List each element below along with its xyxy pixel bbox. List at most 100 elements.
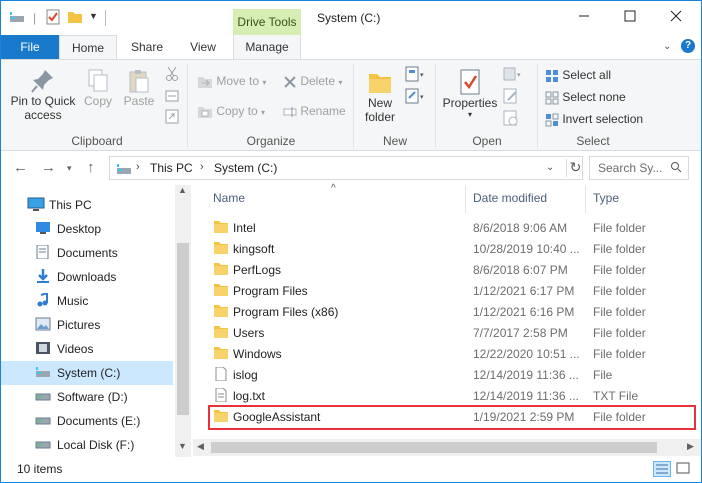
clipboard-group-label: Clipboard	[71, 134, 123, 148]
file-list-hscrollbar[interactable]: ◀ ▶	[193, 439, 701, 456]
up-arrow-icon[interactable]: ↑	[87, 159, 95, 176]
file-row[interactable]: Windows 12/22/2020 10:51 ... File folder	[207, 343, 693, 364]
maximize-button[interactable]	[607, 1, 653, 33]
select-none-button[interactable]: Select none	[545, 90, 626, 105]
file-row[interactable]: PerfLogs 8/6/2018 6:07 PM File folder	[207, 259, 693, 280]
properties-check-icon[interactable]	[45, 9, 61, 27]
file-row[interactable]: Intel 8/6/2018 9:06 AM File folder	[207, 217, 693, 238]
invert-selection-icon	[545, 113, 559, 127]
large-icons-view-icon[interactable]	[675, 461, 693, 477]
properties-button[interactable]: Properties ▾	[441, 68, 499, 119]
nav-item-downloads[interactable]: Downloads	[1, 265, 173, 289]
file-row[interactable]: log.txt 12/14/2019 11:36 ... TXT File	[207, 385, 693, 406]
easy-access-icon[interactable]: ▾	[405, 88, 427, 104]
minimize-button[interactable]	[561, 1, 607, 33]
folder-icon	[213, 325, 229, 342]
column-header-date[interactable]: Date modified	[473, 191, 547, 205]
copy-icon	[88, 69, 108, 92]
invert-selection-button[interactable]: Invert selection	[545, 112, 643, 127]
music-icon	[35, 291, 51, 310]
file-row[interactable]: Program Files 1/12/2021 6:17 PM File folde…	[207, 280, 693, 301]
scroll-up-icon[interactable]: ▲	[178, 185, 187, 195]
scroll-right-icon[interactable]: ▶	[687, 441, 694, 452]
file-row[interactable]: islog 12/14/2019 11:36 ... File	[207, 364, 693, 385]
open-icon[interactable]: ▾	[503, 66, 525, 82]
cut-icon[interactable]	[165, 66, 179, 82]
column-header-type[interactable]: Type	[593, 191, 619, 205]
rename-icon	[283, 106, 297, 117]
tab-share[interactable]: Share	[121, 35, 173, 59]
scroll-left-icon[interactable]: ◀	[197, 441, 204, 452]
file-row[interactable]: Program Files (x86) 1/12/2021 6:16 PM File…	[207, 301, 693, 322]
customize-quick-access-icon[interactable]: ▼	[89, 11, 98, 21]
nav-item-label: Music	[57, 294, 89, 308]
refresh-icon[interactable]: ↻	[566, 159, 584, 177]
item-count: 10 items	[17, 462, 63, 476]
scroll-down-icon[interactable]: ▼	[178, 441, 187, 451]
drive-icon[interactable]	[9, 9, 25, 27]
column-header-name[interactable]: Name	[213, 191, 245, 205]
nav-item-pictures[interactable]: Pictures	[1, 313, 173, 337]
address-bar[interactable]: › This PC › System (C:) ⌄ ↻	[109, 156, 583, 180]
nav-item-system-c[interactable]: System (C:)	[1, 361, 173, 385]
file-type: File folder	[593, 221, 646, 235]
pin-to-quick-access-button[interactable]: Pin to Quick access	[7, 68, 79, 122]
nav-item-label: Downloads	[57, 270, 117, 284]
forward-arrow-icon[interactable]: →	[41, 159, 56, 176]
paste-button[interactable]: Paste	[121, 68, 157, 108]
nav-item-videos[interactable]: Videos	[1, 337, 173, 361]
edit-icon[interactable]	[503, 88, 519, 104]
paste-shortcut-icon[interactable]	[165, 108, 179, 124]
breadcrumb-separator: ›	[136, 161, 140, 173]
recent-locations-icon[interactable]: ▾	[67, 163, 72, 174]
copy-button[interactable]: Copy	[81, 68, 115, 108]
column-divider[interactable]	[585, 185, 586, 213]
paste-icon	[129, 70, 149, 93]
nav-item-music[interactable]: Music	[1, 289, 173, 313]
nav-item-software-d[interactable]: Software (D:)	[1, 385, 173, 409]
history-icon[interactable]	[503, 110, 519, 126]
copy-path-icon[interactable]	[165, 88, 179, 102]
nav-item-desktop[interactable]: Desktop	[1, 217, 173, 241]
folder-icon	[213, 346, 229, 363]
tab-view[interactable]: View	[177, 35, 229, 59]
tab-file[interactable]: File	[1, 35, 59, 59]
file-row[interactable]: Users 7/7/2017 2:58 PM File folder	[207, 322, 693, 343]
tab-manage[interactable]: Manage	[233, 35, 301, 59]
chevron-down-icon[interactable]: ⌄	[663, 41, 671, 52]
search-box[interactable]: Search Sy...	[589, 156, 689, 180]
breadcrumb-this-pc[interactable]: This PC	[150, 161, 193, 175]
svg-text:▾: ▾	[420, 94, 424, 101]
file-name: Program Files	[233, 284, 308, 298]
select-none-label: Select none	[562, 90, 626, 104]
new-folder-icon[interactable]	[67, 9, 83, 27]
select-all-button[interactable]: Select all	[545, 68, 611, 83]
nav-item-documents-e[interactable]: Documents (E:)	[1, 409, 173, 433]
delete-button[interactable]: Delete ▾	[283, 74, 342, 89]
nav-item-local-disk-f[interactable]: Local Disk (F:)	[1, 433, 173, 457]
move-to-button[interactable]: Move to ▾	[197, 74, 266, 89]
new-folder-button[interactable]: New folder	[361, 68, 399, 124]
nav-pane-scrollbar[interactable]: ▲ ▼	[175, 185, 191, 457]
breadcrumb-system-c[interactable]: System (C:)	[214, 161, 277, 175]
address-dropdown-icon[interactable]: ⌄	[546, 162, 554, 173]
rename-button[interactable]: Rename	[283, 104, 346, 119]
file-row[interactable]: kingsoft 10/28/2019 10:40 ... File folder	[207, 238, 693, 259]
open-group-label: Open	[472, 134, 502, 148]
scrollbar-thumb[interactable]	[177, 243, 189, 415]
scrollbar-thumb[interactable]	[211, 442, 657, 453]
column-divider[interactable]	[465, 185, 466, 213]
nav-item-documents[interactable]: Documents	[1, 241, 173, 265]
details-view-icon[interactable]	[653, 461, 671, 477]
copy-to-button[interactable]: Copy to ▾	[197, 104, 265, 119]
file-type: File folder	[593, 347, 646, 361]
nav-item-this-pc[interactable]: This PC	[1, 193, 173, 217]
close-button[interactable]	[653, 1, 699, 33]
new-item-icon[interactable]: ▾	[405, 66, 427, 82]
new-folder-label-line1: New	[367, 96, 392, 110]
help-icon[interactable]: ?	[681, 39, 695, 53]
drive-icon	[35, 437, 51, 454]
tab-home[interactable]: Home	[59, 35, 117, 60]
paste-label: Paste	[123, 94, 155, 108]
back-arrow-icon[interactable]: ←	[13, 159, 28, 176]
